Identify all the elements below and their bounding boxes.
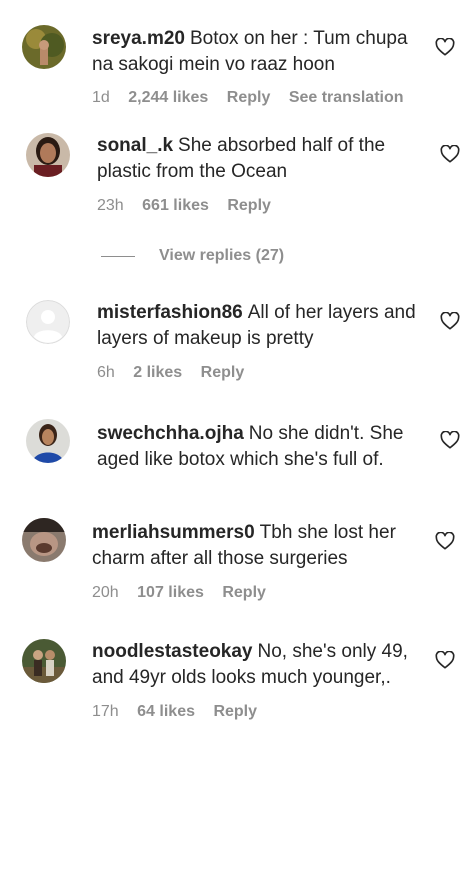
comment-username[interactable]: swechchha.ojha bbox=[97, 423, 244, 444]
comment-username[interactable]: noodlestasteokay bbox=[92, 641, 253, 662]
default-avatar-icon[interactable] bbox=[26, 300, 70, 344]
reply-button[interactable]: Reply bbox=[222, 584, 266, 601]
heart-icon[interactable] bbox=[440, 431, 460, 449]
comment-body: merliahsummers0 Tbh she lost her charm af… bbox=[92, 520, 412, 572]
comment-meta: 6h 2 likes Reply bbox=[97, 364, 258, 382]
comment-body: noodlestasteokay No, she's only 49, and 4… bbox=[92, 639, 422, 691]
comment-body: misterfashion86 All of her layers and lay… bbox=[97, 300, 417, 352]
comment-meta: 17h 64 likes Reply bbox=[92, 703, 271, 721]
comment-likes[interactable]: 661 likes bbox=[142, 197, 209, 214]
comment-time: 20h bbox=[92, 584, 119, 601]
comment-time: 1d bbox=[92, 89, 110, 106]
comment-meta: 1d 2,244 likes Reply See translation bbox=[92, 89, 418, 107]
heart-icon[interactable] bbox=[435, 532, 455, 550]
avatar[interactable] bbox=[26, 419, 70, 463]
avatar[interactable] bbox=[22, 518, 66, 562]
view-replies-button[interactable]: View replies (27) bbox=[101, 244, 284, 268]
comment-likes[interactable]: 107 likes bbox=[137, 584, 204, 601]
comment-meta: 20h 107 likes Reply bbox=[92, 584, 280, 602]
see-translation-button[interactable]: See translation bbox=[289, 89, 404, 106]
comment-time: 6h bbox=[97, 364, 115, 381]
reply-button[interactable]: Reply bbox=[213, 703, 257, 720]
comment-likes[interactable]: 2 likes bbox=[133, 364, 182, 381]
comment-username[interactable]: misterfashion86 bbox=[97, 302, 243, 323]
heart-icon[interactable] bbox=[440, 312, 460, 330]
heart-icon[interactable] bbox=[435, 651, 455, 669]
comment-body: swechchha.ojha No she didn't. She aged li… bbox=[97, 421, 417, 473]
comment-likes[interactable]: 64 likes bbox=[137, 703, 195, 720]
heart-icon[interactable] bbox=[435, 38, 455, 56]
comment-body: sreya.m20 Botox on her : Tum chupa na sak… bbox=[92, 26, 422, 78]
comment-username[interactable]: merliahsummers0 bbox=[92, 522, 255, 543]
avatar[interactable] bbox=[26, 133, 70, 177]
reply-button[interactable]: Reply bbox=[227, 89, 271, 106]
view-replies-label: View replies (27) bbox=[159, 247, 285, 264]
comment-time: 23h bbox=[97, 197, 124, 214]
reply-button[interactable]: Reply bbox=[201, 364, 245, 381]
comment-likes[interactable]: 2,244 likes bbox=[128, 89, 208, 106]
comment-username[interactable]: sreya.m20 bbox=[92, 28, 185, 49]
comment-body: sonal_.k She absorbed half of the plastic… bbox=[97, 133, 417, 185]
reply-button[interactable]: Reply bbox=[227, 197, 271, 214]
avatar[interactable] bbox=[22, 639, 66, 683]
divider-line bbox=[101, 255, 135, 257]
comment-meta: 23h 661 likes Reply bbox=[97, 197, 285, 215]
avatar[interactable] bbox=[22, 25, 66, 69]
comment-username[interactable]: sonal_.k bbox=[97, 135, 173, 156]
comment-time: 17h bbox=[92, 703, 119, 720]
heart-icon[interactable] bbox=[440, 145, 460, 163]
